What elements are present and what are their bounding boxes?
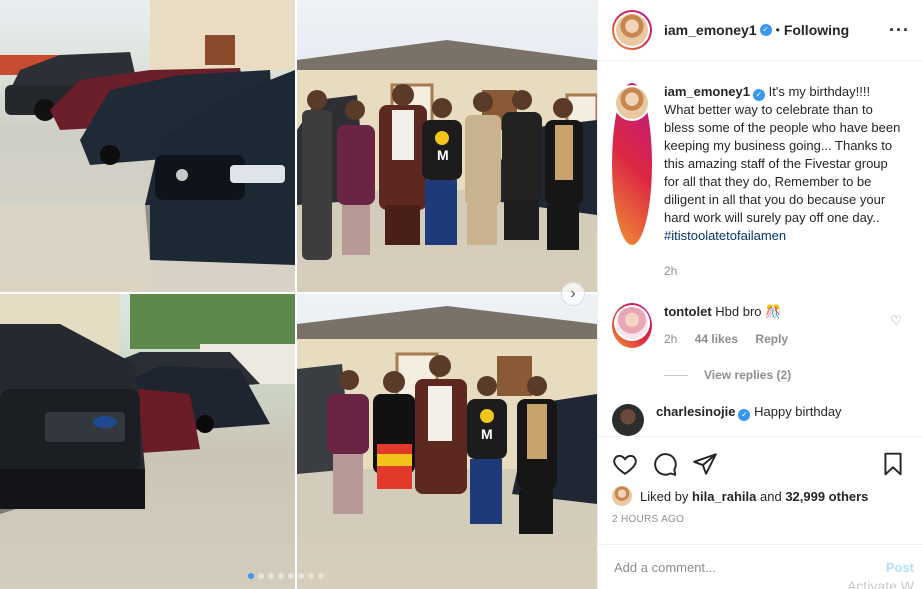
photo-group-staff: M [297,0,597,292]
comment-time[interactable]: 2h [664,332,677,346]
comment-meta: 2h 44 likes Reply [664,330,879,348]
author-username[interactable]: iam_emoney1 [664,22,757,38]
carousel-dot [298,573,304,579]
view-replies[interactable]: View replies (2) [664,368,906,382]
caption-timestamp[interactable]: 2h [664,264,906,278]
more-icon[interactable]: ··· [889,20,910,41]
comment-avatar[interactable] [616,307,648,339]
activate-windows-watermark: Activate W [847,578,914,589]
verified-icon: ✓ [738,409,751,421]
action-icons [612,451,906,477]
story-ring[interactable] [612,10,652,50]
comment-body: charlesinojie ✓ Happy birthday [656,404,842,436]
share-icon[interactable] [692,451,718,477]
replies-line [664,375,688,377]
carousel-dot [318,573,324,579]
verified-icon: ✓ [759,24,772,36]
post-actions: Liked by hila_rahila and 32,999 others 2… [598,436,922,589]
comments-list[interactable]: iam_emoney1 ✓ It's my birthday!!!! What b… [598,61,922,436]
post-comment-button[interactable]: Post [886,560,914,575]
and-label: and [759,488,782,504]
caption-body: iam_emoney1 ✓ It's my birthday!!!! What b… [664,83,904,245]
next-arrow-icon[interactable]: › [561,282,585,306]
liked-by-others[interactable]: 32,999 others [785,489,868,504]
caption-story-ring[interactable] [612,83,652,245]
add-comment-input[interactable] [614,560,886,575]
post-media[interactable]: M M › [0,0,597,589]
comment-story-ring[interactable] [612,303,652,348]
carousel-dot [258,573,264,579]
comment-item: tontolet Hbd bro 🎊 2h 44 likes Reply ♡ [612,303,906,348]
verified-icon: ✓ [753,89,765,101]
comment-item: charlesinojie ✓ Happy birthday [612,404,906,436]
svg-text:M: M [481,426,493,442]
following-button[interactable]: Following [784,22,849,38]
liked-by-label: Liked by [640,488,689,504]
author-avatar[interactable] [616,14,648,46]
likes-summary: Liked by hila_rahila and 32,999 others [612,486,906,506]
view-replies-label[interactable]: View replies (2) [704,368,791,382]
svg-text:M: M [437,147,449,163]
caption-text: It's my birthday!!!! What better way to … [664,84,901,225]
reply-button[interactable]: Reply [755,332,788,346]
post-date[interactable]: 2 HOURS AGO [612,514,906,525]
caption-avatar[interactable] [616,87,648,119]
comment-like-icon[interactable]: ♡ [890,313,902,329]
comment-icon[interactable] [652,451,678,477]
separator-dot: • [775,23,780,37]
post-header: iam_emoney1 ✓ • Following ··· [598,0,922,61]
carousel-dot [308,573,314,579]
carousel-dot [288,573,294,579]
bookmark-icon[interactable] [880,451,906,477]
carousel-dot-active [248,573,254,579]
liked-by-user[interactable]: hila_rahila [692,489,756,504]
liker-avatar[interactable] [612,486,632,506]
post-caption: iam_emoney1 ✓ It's my birthday!!!! What b… [612,61,906,245]
carousel-dot [268,573,274,579]
comment-body: tontolet Hbd bro 🎊 2h 44 likes Reply [664,303,879,348]
comment-likes[interactable]: 44 likes [695,332,738,346]
photo-cars-ford [0,294,295,589]
post-panel: iam_emoney1 ✓ • Following ··· iam_emoney… [597,0,922,589]
add-comment-bar: Post Activate W [598,544,922,589]
photo-cars-nissan [0,0,295,292]
photo-group-celebrant: M [297,294,597,589]
caption-hashtag[interactable]: #itistoolatetofailamen [664,228,786,243]
carousel-dots [248,573,324,579]
comment-avatar[interactable] [612,404,644,436]
heart-icon[interactable] [612,451,638,477]
comment-text: Happy birthday [754,404,842,419]
comment-text: Hbd bro 🎊 [715,304,782,319]
caption-username[interactable]: iam_emoney1 [664,84,750,99]
comment-username[interactable]: charlesinojie [656,404,735,419]
carousel-dot [278,573,284,579]
comment-username[interactable]: tontolet [664,304,712,319]
